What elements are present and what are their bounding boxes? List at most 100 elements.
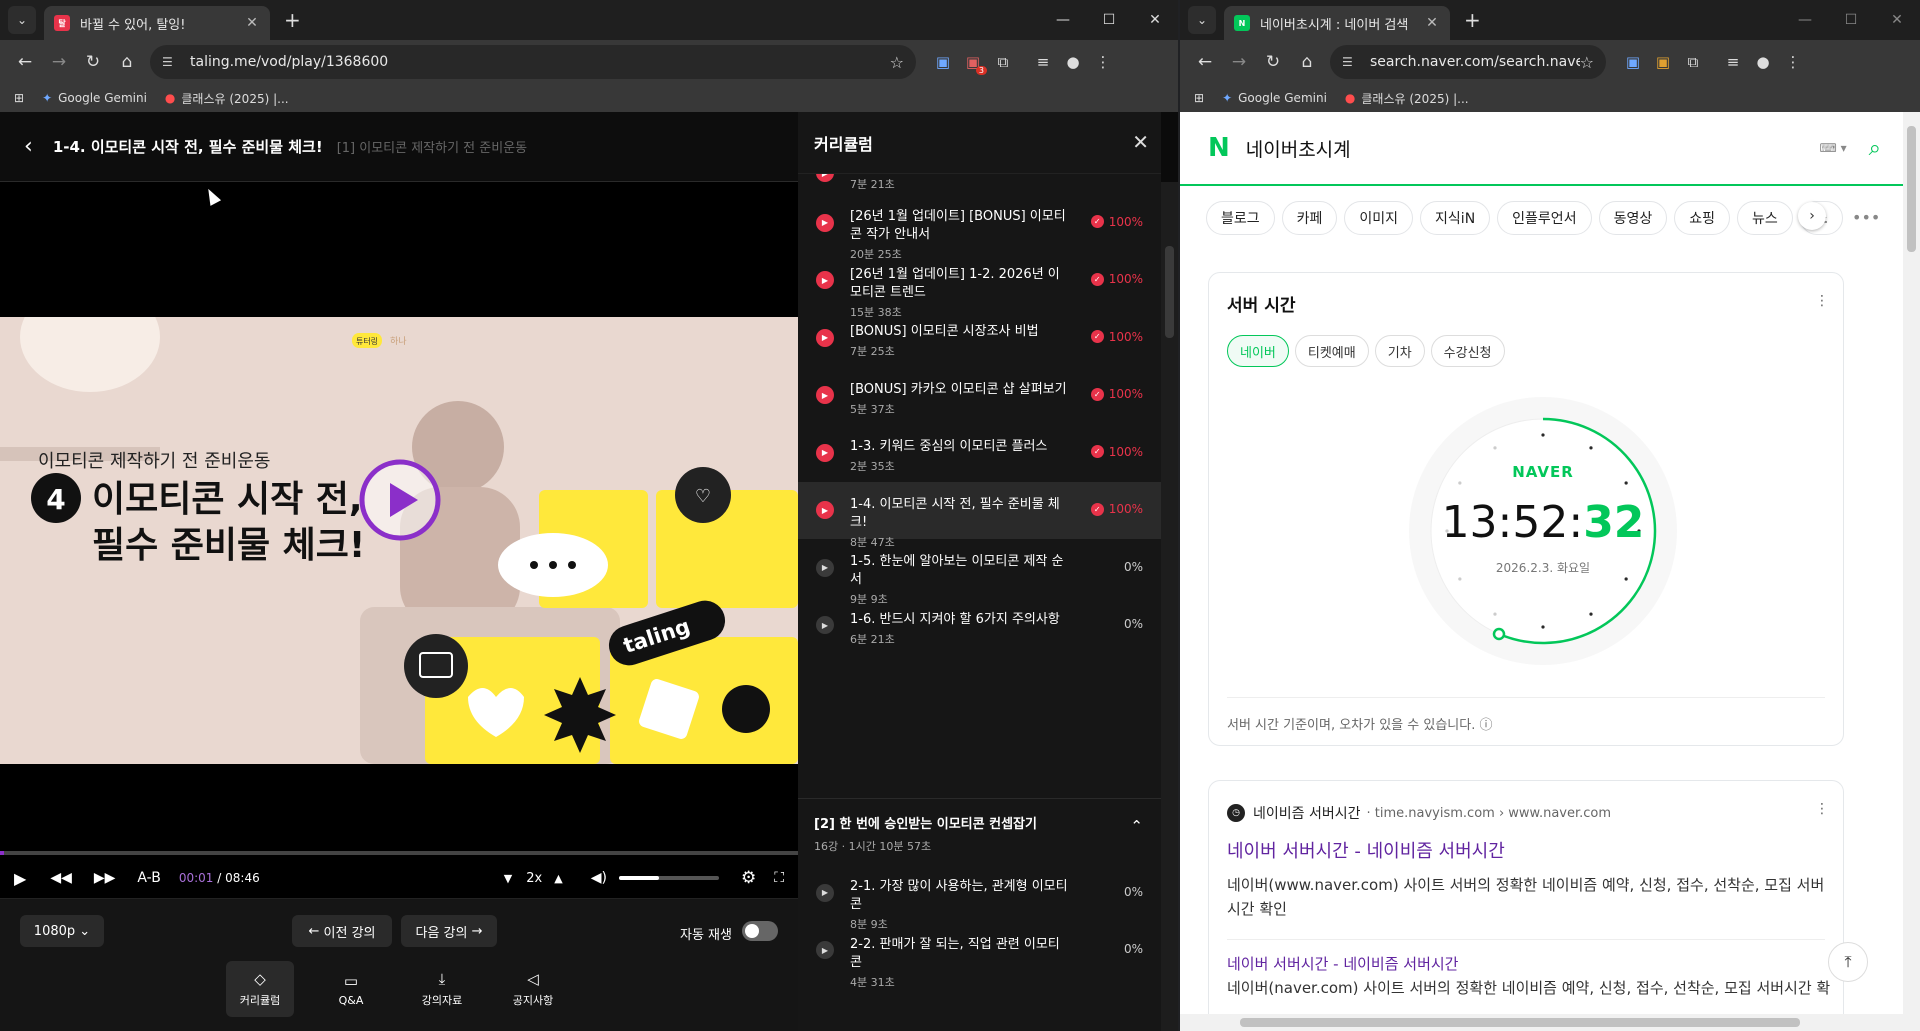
minimize-icon[interactable]: — — [1040, 0, 1086, 40]
list-item[interactable]: ▶ 1-6. 반드시 지켜야 할 6가지 주의사항 6분 21초 0% — [798, 597, 1161, 655]
scroll-to-top-icon[interactable]: ⤒ — [1828, 942, 1868, 982]
forward-icon[interactable]: → — [1222, 45, 1256, 79]
close-panel-icon[interactable]: ✕ — [1132, 130, 1149, 154]
extension-translate-icon[interactable]: ▣ — [1618, 47, 1648, 77]
result-source[interactable]: ◷ 네이비즘 서버시간 · time.navyism.com › www.nav… — [1227, 803, 1611, 823]
speed-down-icon[interactable]: ▼ — [504, 872, 512, 885]
next-lecture-button[interactable]: 다음 강의 → — [401, 915, 497, 947]
time-source-pill[interactable]: 티켓예매 — [1294, 335, 1369, 367]
horizontal-scrollbar[interactable] — [1180, 1014, 1903, 1031]
time-source-pill[interactable]: 수강신청 — [1430, 335, 1505, 367]
search-tab-chip[interactable]: 뉴스 — [1736, 201, 1793, 235]
time-source-pill[interactable]: 기차 — [1374, 335, 1425, 367]
search-tab-chip[interactable]: 쇼핑 — [1674, 201, 1730, 235]
volume-slider[interactable] — [618, 876, 719, 880]
result-title-link[interactable]: 네이버 서버시간 - 네이비즘 서버시간 — [1227, 837, 1505, 863]
tab-search-button[interactable]: ⌄ — [1188, 6, 1216, 34]
naver-logo-icon[interactable]: N — [1208, 133, 1230, 163]
list-item[interactable]: ▶ [BONUS] 이모티콘 시장조사 비법 7분 25초 ✓ 100% — [798, 309, 1161, 367]
info-icon[interactable]: ⓘ — [1479, 718, 1492, 733]
keyboard-icon[interactable]: ⌨ ▾ — [1820, 141, 1847, 155]
home-icon[interactable]: ⌂ — [110, 45, 144, 79]
scroll-thumb[interactable] — [1240, 1018, 1800, 1027]
tab-curriculum[interactable]: ◇ 커리큘럼 — [226, 961, 294, 1017]
minimize-icon[interactable]: — — [1782, 0, 1828, 40]
extension-icon[interactable]: ▣ — [1648, 47, 1678, 77]
volume-icon[interactable]: ◀) — [591, 870, 607, 886]
search-icon[interactable]: ⌕ — [1869, 136, 1881, 161]
back-arrow-icon[interactable]: ‹ — [24, 134, 33, 159]
more-icon[interactable]: ••• — [1852, 208, 1880, 227]
chevron-up-icon[interactable]: ⌃ — [1130, 817, 1143, 835]
quality-select[interactable]: 1080p ⌄ — [20, 915, 104, 947]
back-icon[interactable]: ← — [1188, 45, 1222, 79]
scroll-thumb[interactable] — [1907, 126, 1916, 252]
seek-bar[interactable] — [0, 851, 798, 855]
extension-translate-icon[interactable]: ▣ — [928, 47, 958, 77]
address-bar[interactable]: ☰ search.naver.com/search.naver?ie=UTF..… — [1330, 45, 1606, 79]
new-tab-icon[interactable]: + — [284, 8, 301, 32]
prev-lecture-button[interactable]: ← 이전 강의 — [292, 915, 392, 947]
profile-icon[interactable]: ● — [1748, 47, 1778, 77]
search-tab-chip[interactable]: 카페 — [1281, 201, 1338, 235]
list-item[interactable]: ▶ 2-1. 가장 많이 사용하는, 관계형 이모티콘 8분 9초 0% — [798, 864, 1161, 931]
browser-tab-taling[interactable]: 탈 바뀔 수 있어, 탈잉! ✕ — [44, 6, 270, 40]
list-item[interactable]: ▶ 2-2. 판매가 잘 되는, 직업 관련 이모티콘 4분 31초 0% — [798, 922, 1161, 989]
bookmark-gemini[interactable]: ✦ Google Gemini — [42, 91, 147, 105]
back-icon[interactable]: ← — [8, 45, 42, 79]
reload-icon[interactable]: ↻ — [1256, 45, 1290, 79]
profile-icon[interactable]: ● — [1058, 47, 1088, 77]
maximize-icon[interactable]: ☐ — [1828, 0, 1874, 40]
tab-search-button[interactable]: ⌄ — [8, 6, 36, 34]
speed-up-icon[interactable]: ▲ — [554, 872, 562, 885]
bookmark-classu[interactable]: ● 클래스유 (2025) |... — [1345, 90, 1469, 107]
list-item[interactable]: ▶ 1-5. 한눈에 알아보는 이모티콘 제작 순서 9분 9초 0% — [798, 539, 1161, 606]
new-tab-icon[interactable]: + — [1464, 8, 1481, 32]
list-item[interactable]: ▶ [26년 1월 업데이트] 1-2. 2026년 이모티콘 트렌드 15분 38… — [798, 252, 1161, 319]
site-info-icon[interactable]: ☰ — [162, 55, 180, 69]
chevron-right-icon[interactable]: › — [1798, 202, 1826, 230]
reload-icon[interactable]: ↻ — [76, 45, 110, 79]
section-2-header[interactable]: [2] 한 번에 승인받는 이모티콘 컨셉잡기 16강 · 1시간 10분 57… — [798, 798, 1161, 864]
page-scrollbar[interactable] — [1903, 112, 1920, 1031]
list-item[interactable]: ▶ 1-3. 키워드 중심의 이모티콘 플러스 2분 35초 ✓ 100% — [798, 424, 1161, 482]
result-menu-icon[interactable]: ⋮ — [1815, 801, 1829, 817]
video-frame[interactable]: ♡ taling 튜터링 하나 이모티콘 제작하기 전 준비운동 4 이모티콘 … — [0, 317, 798, 764]
bookmark-star-icon[interactable]: ☆ — [890, 53, 904, 72]
apps-grid-icon[interactable]: ⊞ — [1194, 91, 1204, 105]
address-bar[interactable]: ☰ taling.me/vod/play/1368600 ☆ — [150, 45, 916, 79]
close-tab-icon[interactable]: ✕ — [244, 15, 260, 31]
autoplay-toggle[interactable] — [742, 921, 778, 941]
tab-qna[interactable]: ▭ Q&A — [317, 961, 385, 1017]
curriculum-scrollbar[interactable] — [1161, 182, 1178, 1031]
scroll-thumb[interactable] — [1165, 246, 1174, 338]
rewind-icon[interactable]: ◀◀ — [50, 870, 72, 886]
maximize-icon[interactable]: ☐ — [1086, 0, 1132, 40]
browser-tab-naver[interactable]: N 네이버초시계 : 네이버 검색 ✕ — [1224, 6, 1450, 40]
media-control-icon[interactable]: ≡ — [1028, 47, 1058, 77]
tab-materials[interactable]: ⤓ 강의자료 — [408, 961, 476, 1017]
menu-kebab-icon[interactable]: ⋮ — [1778, 47, 1808, 77]
forward-icon[interactable]: → — [42, 45, 76, 79]
tab-notice[interactable]: ◁ 공지사항 — [499, 961, 567, 1017]
extension-badge-icon[interactable]: ▣ 3 — [958, 47, 988, 77]
extensions-puzzle-icon[interactable]: ⧉ — [988, 47, 1018, 77]
close-tab-icon[interactable]: ✕ — [1424, 15, 1440, 31]
search-query[interactable]: 네이버초시계 — [1246, 135, 1820, 162]
extensions-puzzle-icon[interactable]: ⧉ — [1678, 47, 1708, 77]
fullscreen-icon[interactable]: ⛶ — [774, 870, 784, 886]
search-tab-chip[interactable]: 동영상 — [1598, 201, 1668, 235]
menu-kebab-icon[interactable]: ⋮ — [1088, 47, 1118, 77]
fast-forward-icon[interactable]: ▶▶ — [94, 870, 116, 886]
home-icon[interactable]: ⌂ — [1290, 45, 1324, 79]
play-icon[interactable]: ▶ — [14, 869, 26, 888]
time-source-pill[interactable]: 네이버 — [1227, 335, 1289, 367]
apps-grid-icon[interactable]: ⊞ — [14, 91, 24, 105]
ab-repeat-button[interactable]: A-B — [137, 870, 160, 886]
bookmark-classu[interactable]: ● 클래스유 (2025) |... — [165, 90, 289, 107]
list-item[interactable]: ▶ 1-4. 이모티콘 시작 전, 필수 준비물 체크! 8분 47초 ✓ 100% — [798, 481, 1161, 549]
search-tab-chip[interactable]: 인플루언서 — [1497, 201, 1592, 235]
close-window-icon[interactable]: ✕ — [1132, 0, 1178, 40]
search-tab-chip[interactable]: 지식iN — [1420, 201, 1491, 235]
close-window-icon[interactable]: ✕ — [1874, 0, 1920, 40]
